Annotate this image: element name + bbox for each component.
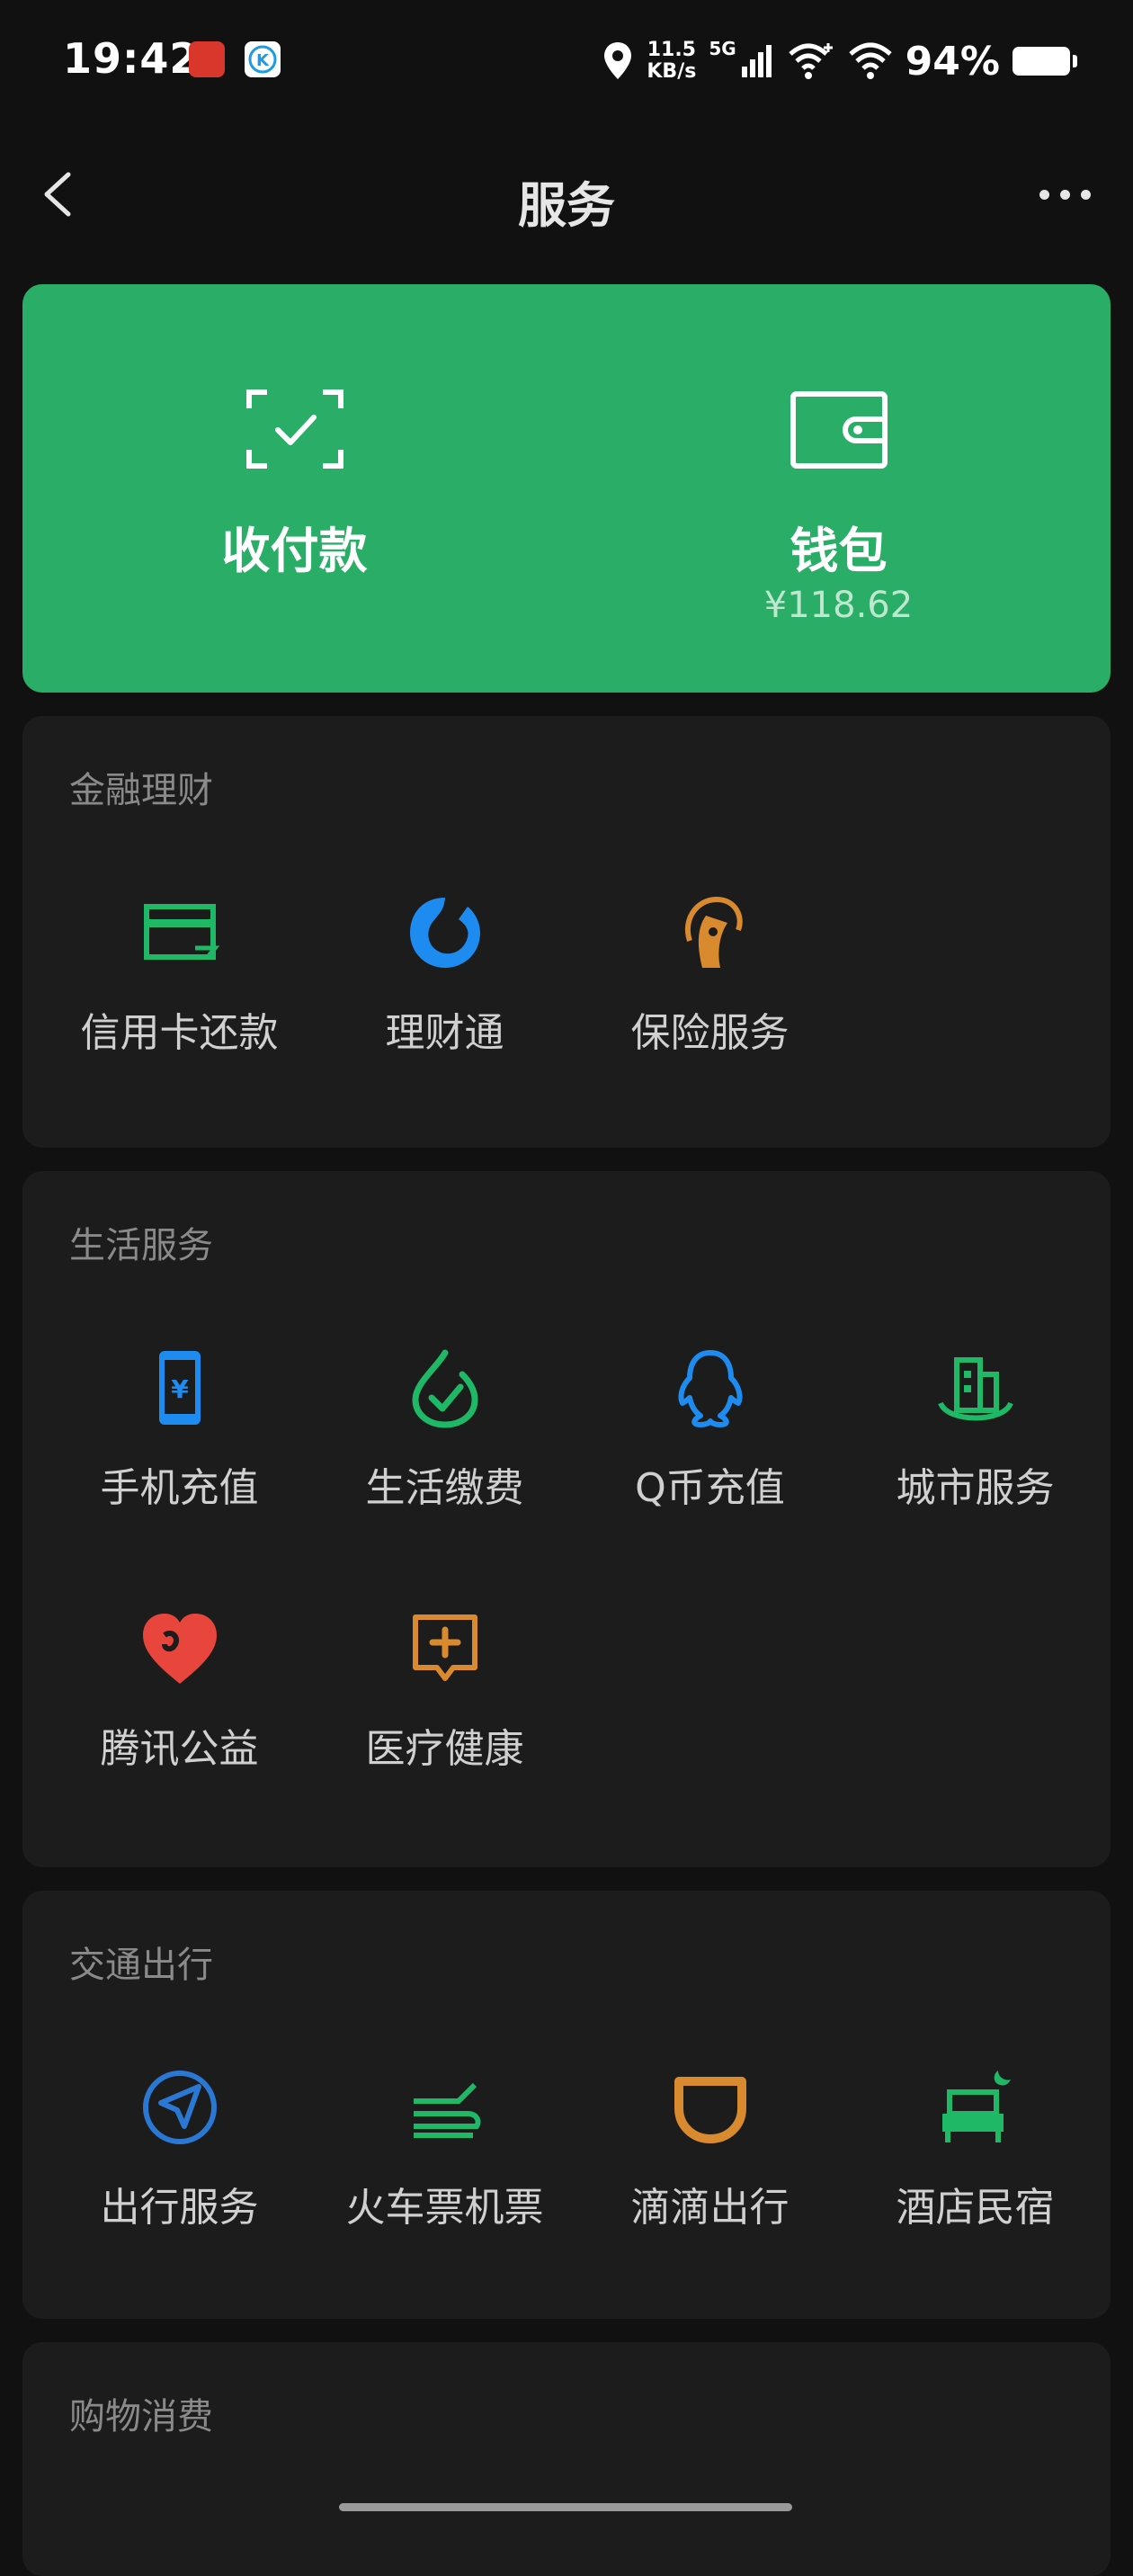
phone-recharge-button[interactable]: ¥ 手机充值 <box>47 1347 312 1513</box>
city-service-button[interactable]: 城市服务 <box>843 1347 1108 1513</box>
more-dot-icon <box>1039 189 1049 200</box>
network-type: 5G <box>709 38 736 59</box>
item-label: 医疗健康 <box>365 1726 524 1772</box>
insurance-button[interactable]: 保险服务 <box>577 892 843 1058</box>
more-button[interactable] <box>1029 171 1101 218</box>
utility-payment-button[interactable]: 生活缴费 <box>312 1347 577 1513</box>
more-dot-icon <box>1080 189 1091 200</box>
location-icon <box>604 42 632 79</box>
svg-text:¥: ¥ <box>171 1374 189 1404</box>
train-plane-icon <box>413 2082 481 2138</box>
nav-bar: 服务 <box>0 135 1133 252</box>
credit-card-icon <box>143 904 219 960</box>
wifi-plus-icon <box>789 43 833 79</box>
wealth-icon <box>409 898 480 968</box>
pay-receive-button[interactable]: 收付款 <box>22 284 566 693</box>
utility-payment-icon <box>411 1349 478 1428</box>
item-label: 生活缴费 <box>365 1465 524 1511</box>
qq-coin-icon <box>677 1350 743 1427</box>
network-speed: 11.5 KB/s <box>647 39 697 83</box>
wallet-label: 钱包 <box>790 523 888 579</box>
transport-section: 交通出行 出行服务 火车票机票 滴滴出行 酒店民宿 <box>22 1891 1111 2319</box>
charity-button[interactable]: 腾讯公益 <box>47 1608 312 1774</box>
hotel-icon <box>941 2071 1011 2142</box>
finance-section: 金融理财 信用卡还款 理财通 保险服务 <box>22 716 1111 1148</box>
page-title: 服务 <box>518 177 615 234</box>
life-services-section: 生活服务 ¥ 手机充值 生活缴费 Q币充值 城市服务 腾讯公益 医疗健康 <box>22 1171 1111 1867</box>
item-label: 手机充值 <box>100 1465 259 1511</box>
status-bar: 19:42 K 11.5 KB/s 5G 94% <box>0 0 1133 126</box>
travel-service-button[interactable]: 出行服务 <box>47 2067 312 2232</box>
item-label: 出行服务 <box>100 2185 259 2231</box>
more-dot-icon <box>1059 189 1070 200</box>
train-plane-ticket-button[interactable]: 火车票机票 <box>312 2067 577 2232</box>
qq-coin-button[interactable]: Q币充值 <box>577 1347 843 1513</box>
item-label: 保险服务 <box>630 1010 790 1056</box>
scan-pay-icon <box>245 389 343 469</box>
medical-icon <box>412 1614 477 1681</box>
section-title: 购物消费 <box>69 2396 213 2437</box>
medical-button[interactable]: 医疗健康 <box>312 1608 577 1774</box>
wallet-button[interactable]: 钱包 ¥118.62 <box>566 284 1111 693</box>
wifi-icon <box>848 42 892 79</box>
pay-receive-label: 收付款 <box>221 523 368 579</box>
svg-text:K: K <box>256 51 270 70</box>
section-title: 生活服务 <box>69 1225 213 1266</box>
section-title: 交通出行 <box>69 1945 213 1986</box>
wealth-button[interactable]: 理财通 <box>312 892 577 1058</box>
shopping-section: 购物消费 <box>22 2342 1111 2576</box>
wallet-icon <box>790 391 888 469</box>
home-indicator[interactable] <box>339 2503 792 2511</box>
item-label: 酒店民宿 <box>896 2185 1055 2231</box>
wallet-balance: ¥118.62 <box>763 585 914 626</box>
pay-wallet-card: 收付款 钱包 ¥118.62 <box>22 284 1111 693</box>
battery-percent: 94% <box>905 38 1000 85</box>
charity-heart-icon <box>142 1614 217 1684</box>
battery-icon <box>1013 47 1077 76</box>
item-label: 滴滴出行 <box>630 2185 790 2231</box>
didi-button[interactable]: 滴滴出行 <box>577 2067 843 2232</box>
phone-recharge-icon: ¥ <box>158 1351 201 1425</box>
credit-card-repay-button[interactable]: 信用卡还款 <box>47 892 312 1058</box>
app-notification-icon <box>189 41 225 77</box>
hotel-button[interactable]: 酒店民宿 <box>843 2067 1108 2232</box>
city-service-icon <box>937 1357 1013 1421</box>
didi-icon <box>674 2077 746 2143</box>
section-title: 金融理财 <box>69 770 213 811</box>
signal-icon <box>741 45 772 77</box>
item-label: 信用卡还款 <box>80 1010 279 1056</box>
item-label: Q币充值 <box>635 1465 785 1511</box>
app-k-notification-icon: K <box>245 41 281 77</box>
insurance-icon <box>684 896 743 968</box>
status-time: 19:42 <box>63 34 200 83</box>
item-label: 火车票机票 <box>345 2185 544 2231</box>
item-label: 城市服务 <box>896 1465 1055 1511</box>
item-label: 理财通 <box>385 1010 504 1056</box>
item-label: 腾讯公益 <box>100 1726 259 1772</box>
navigation-icon <box>142 2071 217 2144</box>
